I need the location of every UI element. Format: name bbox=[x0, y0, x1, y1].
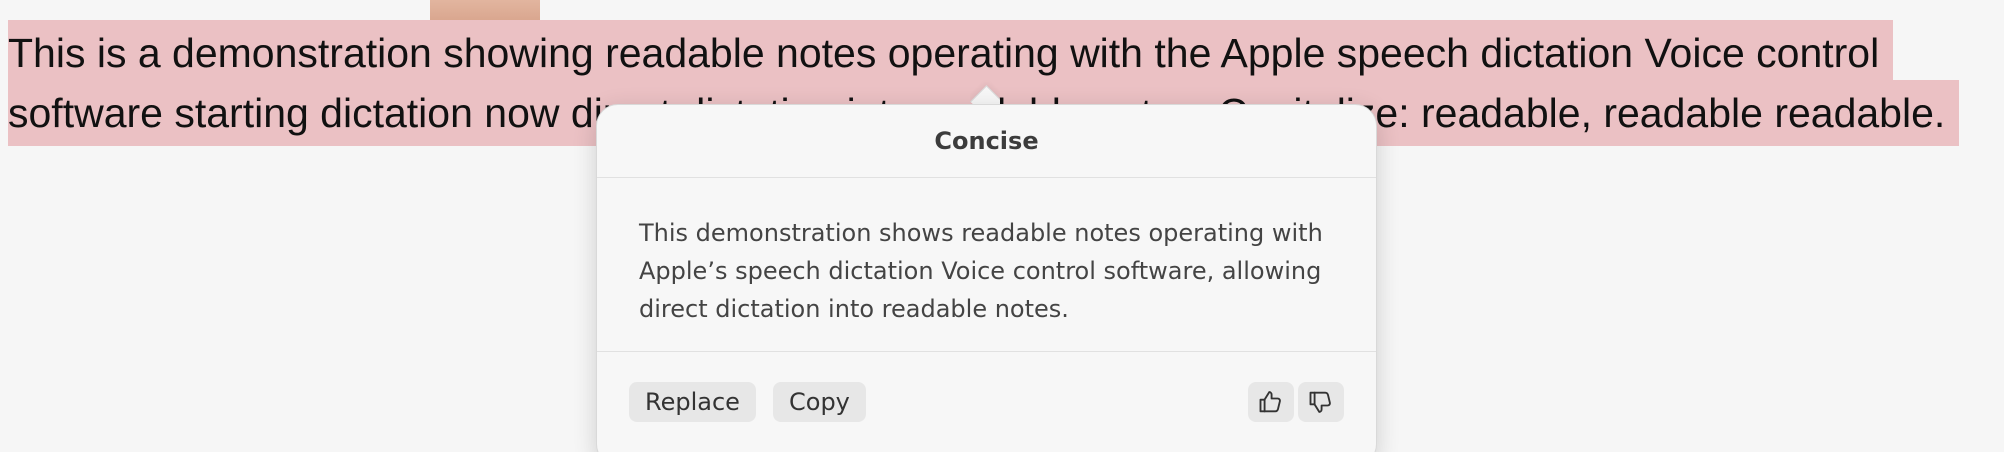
thumbs-down-button[interactable] bbox=[1298, 382, 1344, 422]
thumbs-up-button[interactable] bbox=[1248, 382, 1294, 422]
app-window: This is a demonstration showing readable… bbox=[0, 0, 2004, 452]
feedback-group bbox=[1248, 382, 1344, 422]
writing-tools-popover: Concise This demonstration shows readabl… bbox=[596, 104, 1377, 452]
thumbs-up-icon bbox=[1259, 391, 1281, 413]
popover-body: This demonstration shows readable notes … bbox=[597, 178, 1376, 352]
summary-text: This demonstration shows readable notes … bbox=[639, 219, 1323, 323]
popover-title: Concise bbox=[934, 127, 1039, 155]
thumbs-down-icon bbox=[1309, 391, 1331, 413]
copy-button[interactable]: Copy bbox=[773, 382, 866, 422]
popover-header: Concise bbox=[597, 105, 1376, 178]
replace-button[interactable]: Replace bbox=[629, 382, 756, 422]
popover-footer: Replace Copy bbox=[597, 352, 1376, 452]
